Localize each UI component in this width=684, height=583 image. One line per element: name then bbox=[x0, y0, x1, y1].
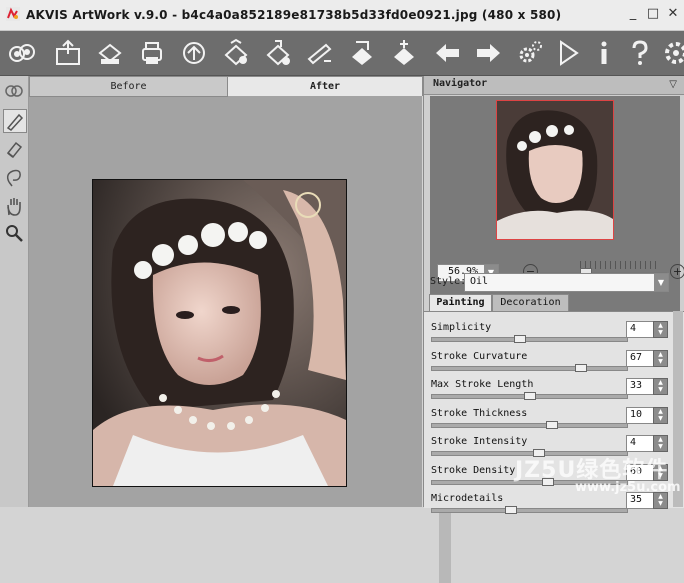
eraser-icon[interactable] bbox=[3, 138, 25, 160]
param-value: 33 bbox=[630, 380, 643, 391]
navigator-title: Navigator bbox=[433, 78, 488, 89]
navigator-header: Navigator ▽ bbox=[424, 76, 684, 95]
tab-before[interactable]: Before bbox=[29, 76, 228, 97]
param-label: Stroke Thickness bbox=[431, 407, 528, 419]
brush-tool-icon[interactable] bbox=[3, 109, 27, 133]
param-row: Max Stroke Length 33 ▲ ▼ bbox=[424, 373, 684, 401]
navigator-viewport[interactable] bbox=[496, 100, 614, 240]
zoom-in-button[interactable]: + bbox=[670, 264, 684, 279]
param-value-field[interactable]: 4 bbox=[626, 321, 654, 338]
param-slider[interactable] bbox=[431, 508, 628, 513]
brush-presets-icon[interactable] bbox=[304, 37, 336, 69]
tool-palette bbox=[0, 76, 29, 507]
param-slider[interactable] bbox=[431, 365, 628, 371]
canvas-area: Before After bbox=[29, 76, 451, 583]
chevron-down-icon[interactable]: ▼ bbox=[654, 274, 668, 291]
style-select[interactable]: Oil ▼ bbox=[464, 273, 669, 292]
param-slider-handle[interactable] bbox=[545, 420, 558, 429]
param-value-field[interactable]: 33 bbox=[626, 378, 654, 395]
param-value: 35 bbox=[630, 494, 643, 505]
zoom-ticks bbox=[580, 261, 660, 269]
canvas-icon[interactable] bbox=[346, 37, 378, 69]
redo-icon[interactable] bbox=[472, 37, 504, 69]
close-button[interactable]: ✕ bbox=[664, 6, 682, 22]
param-slider-handle[interactable] bbox=[505, 506, 517, 514]
param-slider-handle[interactable] bbox=[514, 335, 527, 343]
settings-icon[interactable] bbox=[514, 37, 546, 69]
stroke-direction-icon[interactable] bbox=[3, 80, 25, 102]
panel-scrollbar[interactable] bbox=[673, 311, 683, 507]
save-icon[interactable] bbox=[52, 37, 84, 69]
param-label: Max Stroke Length bbox=[431, 379, 534, 390]
maximize-button[interactable]: □ bbox=[644, 6, 662, 22]
spinner-arrows-icon[interactable]: ▲ ▼ bbox=[653, 406, 668, 424]
tab-decoration[interactable]: Decoration bbox=[492, 294, 569, 312]
param-value-field[interactable]: 10 bbox=[626, 406, 654, 424]
spinner-arrows-icon[interactable]: ▲ ▼ bbox=[653, 321, 668, 338]
canvas-settings-icon[interactable] bbox=[388, 37, 420, 69]
title-bar: AKVIS ArtWork v.9.0 - b4c4a0a852189e8173… bbox=[0, 0, 684, 31]
presets-icon[interactable] bbox=[220, 37, 252, 69]
undo-icon[interactable] bbox=[432, 37, 464, 69]
info-icon[interactable] bbox=[588, 37, 620, 69]
param-value: 67 bbox=[630, 351, 643, 363]
window-title: AKVIS ArtWork v.9.0 - b4c4a0a852189e8173… bbox=[26, 8, 562, 22]
lasso-icon[interactable] bbox=[3, 166, 25, 188]
param-row: Stroke Thickness 10 ▲ ▼ bbox=[424, 402, 684, 430]
main-toolbar bbox=[0, 31, 684, 76]
param-label: Stroke Intensity bbox=[431, 436, 528, 447]
style-value: Oil bbox=[470, 276, 489, 287]
style-label: Style: bbox=[430, 276, 467, 287]
param-label: Simplicity bbox=[431, 322, 492, 333]
help-icon[interactable] bbox=[624, 37, 656, 69]
tab-after[interactable]: After bbox=[227, 76, 423, 96]
param-row: Stroke Curvature 67 ▲ ▼ bbox=[424, 345, 684, 373]
param-label: Stroke Density bbox=[431, 464, 516, 476]
app-logo-icon bbox=[6, 7, 20, 21]
stroke-icon[interactable] bbox=[262, 37, 294, 69]
param-value: 4 bbox=[630, 323, 637, 334]
spinner-arrows-icon[interactable]: ▲ ▼ bbox=[653, 435, 668, 452]
batch-icon[interactable] bbox=[178, 37, 210, 69]
param-value: 10 bbox=[630, 408, 643, 420]
run-icon[interactable] bbox=[552, 37, 584, 69]
param-row: Simplicity 4 ▲ ▼ bbox=[424, 316, 684, 344]
param-value-field[interactable]: 4 bbox=[626, 435, 654, 452]
share-icon[interactable] bbox=[136, 37, 168, 69]
collapse-icon[interactable]: ▽ bbox=[669, 79, 677, 90]
open-image-icon[interactable] bbox=[6, 37, 38, 69]
preferences-icon[interactable] bbox=[660, 37, 684, 69]
spinner-arrows-icon[interactable]: ▲ ▼ bbox=[653, 349, 668, 367]
spinner-arrows-icon[interactable]: ▲ ▼ bbox=[653, 378, 668, 395]
view-tabs: Before After bbox=[29, 76, 423, 97]
tab-painting[interactable]: Painting bbox=[429, 294, 492, 311]
param-slider-handle[interactable] bbox=[523, 392, 536, 400]
right-panel: Navigator ▽ 56.9% ▼ − + Style: Oil ▼ Pai… bbox=[423, 76, 684, 514]
param-value-field[interactable]: 67 bbox=[626, 349, 654, 367]
print-icon[interactable] bbox=[94, 37, 126, 69]
result-image[interactable] bbox=[92, 179, 347, 487]
param-slider[interactable] bbox=[431, 337, 628, 342]
param-value: 4 bbox=[630, 437, 637, 448]
param-label: Microdetails bbox=[431, 493, 504, 504]
zoom-tool-icon[interactable] bbox=[3, 222, 25, 244]
param-slider-handle[interactable] bbox=[575, 363, 588, 372]
watermark-url: www.jz5u.com bbox=[575, 480, 681, 495]
param-slider[interactable] bbox=[431, 422, 628, 428]
hand-tool-icon[interactable] bbox=[3, 195, 25, 217]
param-label: Stroke Curvature bbox=[431, 350, 528, 362]
minimize-button[interactable]: _ bbox=[624, 6, 642, 22]
